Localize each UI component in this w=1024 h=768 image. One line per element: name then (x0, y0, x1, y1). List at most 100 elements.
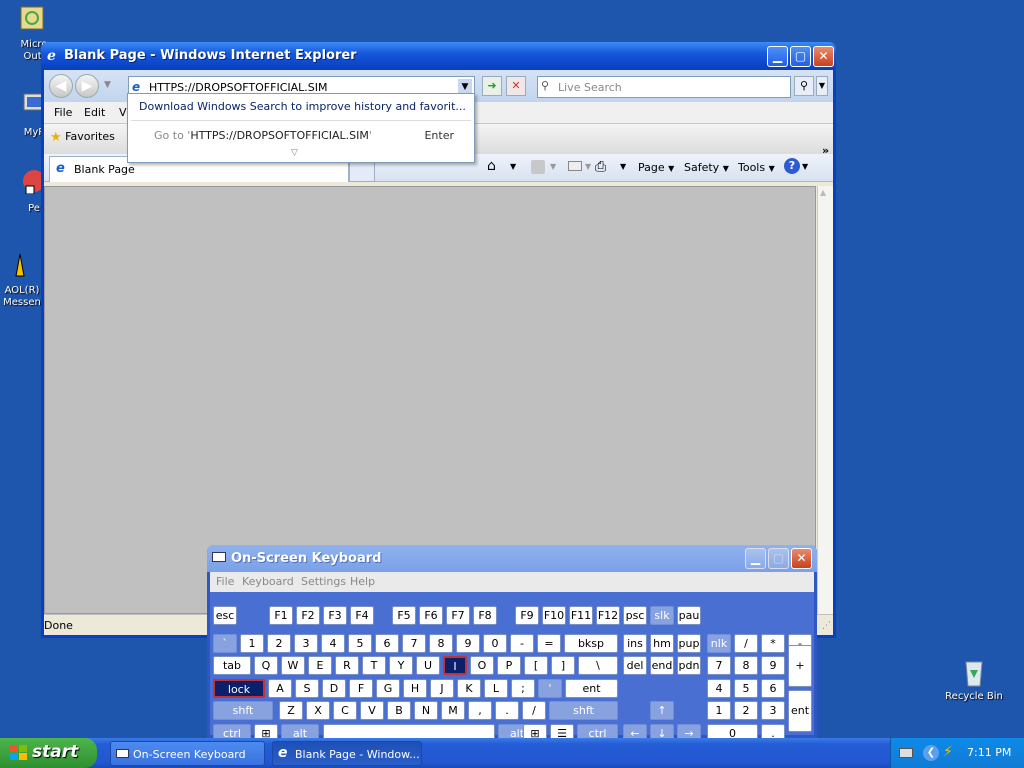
osk-key-j[interactable]: J (430, 679, 454, 698)
osk-key-u[interactable]: U (416, 656, 440, 675)
osk-key-sym[interactable]: . (495, 701, 519, 720)
osk-key-z[interactable]: Z (279, 701, 303, 720)
osk-key-1[interactable]: 1 (240, 634, 264, 653)
osk-key-7[interactable]: 7 (707, 656, 731, 675)
osk-key-pau[interactable]: pau (677, 606, 701, 625)
osk-key-c[interactable]: C (333, 701, 357, 720)
search-box[interactable]: ⚲ Live Search (537, 76, 791, 98)
mail-chevron-icon[interactable]: ▼ (585, 162, 591, 171)
page-menu[interactable]: Page ▼ (638, 161, 674, 174)
home-icon[interactable]: ⌂ (487, 158, 496, 174)
osk-key-sym[interactable]: , (468, 701, 492, 720)
osk-key-9[interactable]: 9 (761, 656, 785, 675)
osk-key-lock[interactable]: lock (213, 679, 265, 698)
print-chevron-icon[interactable]: ▼ (620, 162, 626, 171)
osk-key-sym[interactable]: [ (524, 656, 548, 675)
osk-key-sym[interactable]: = (537, 634, 561, 653)
osk-key-del[interactable]: del (623, 656, 647, 675)
osk-key-d[interactable]: D (322, 679, 346, 698)
osk-key-o[interactable]: O (470, 656, 494, 675)
osk-key-t[interactable]: T (362, 656, 386, 675)
help-chevron-icon[interactable]: ▼ (802, 162, 808, 171)
taskbar-button-ie[interactable]: e Blank Page - Window... (272, 741, 422, 766)
osk-key-sym[interactable]: * (761, 634, 785, 653)
osk-key-sym[interactable]: ] (551, 656, 575, 675)
osk-key-f7[interactable]: F7 (446, 606, 470, 625)
recycle-bin-desktop-icon[interactable]: Recycle Bin (944, 656, 1004, 702)
osk-key-f3[interactable]: F3 (323, 606, 347, 625)
taskbar-button-osk[interactable]: On-Screen Keyboard (110, 741, 265, 766)
osk-key-g[interactable]: G (376, 679, 400, 698)
feeds-icon[interactable] (531, 160, 545, 174)
osk-key-sym[interactable]: ← (623, 724, 647, 738)
osk-menu-file[interactable]: File (216, 575, 234, 588)
osk-key-f5[interactable]: F5 (392, 606, 416, 625)
windows-search-hint-link[interactable]: Download Windows Search to improve histo… (139, 100, 466, 113)
osk-key-shft[interactable]: shft (549, 701, 618, 720)
osk-key-sym[interactable]: \ (578, 656, 618, 675)
osk-key-p[interactable]: P (497, 656, 521, 675)
osk-key-bksp[interactable]: bksp (564, 634, 618, 653)
osk-key-5[interactable]: 5 (734, 679, 758, 698)
osk-key-2[interactable]: 2 (734, 701, 758, 720)
menu-edit[interactable]: Edit (84, 106, 105, 119)
osk-key-f12[interactable]: F12 (596, 606, 620, 625)
osk-key-1[interactable]: 1 (707, 701, 731, 720)
osk-key-s[interactable]: S (295, 679, 319, 698)
favorites-button[interactable]: ★ Favorites (50, 130, 115, 145)
maximize-button[interactable]: ▢ (790, 46, 811, 67)
osk-key-sym[interactable]: ; (511, 679, 535, 698)
osk-menu-keyboard[interactable]: Keyboard (242, 575, 294, 588)
safety-menu[interactable]: Safety ▼ (684, 161, 729, 174)
osk-key-8[interactable]: 8 (734, 656, 758, 675)
forward-button[interactable]: ▶ (75, 74, 99, 98)
help-icon[interactable]: ? (784, 158, 800, 174)
go-button[interactable]: ➜ (482, 76, 502, 96)
osk-key-f4[interactable]: F4 (350, 606, 374, 625)
tools-menu[interactable]: Tools ▼ (738, 161, 775, 174)
osk-key-esc[interactable]: esc (213, 606, 237, 625)
osk-key-f10[interactable]: F10 (542, 606, 566, 625)
stop-button[interactable]: ✕ (506, 76, 526, 96)
osk-key-x[interactable]: X (306, 701, 330, 720)
osk-key-2[interactable]: 2 (267, 634, 291, 653)
osk-key-e[interactable]: E (308, 656, 332, 675)
search-input[interactable]: Live Search (558, 81, 622, 94)
osk-key-a[interactable]: A (268, 679, 292, 698)
osk-titlebar[interactable]: On-Screen Keyboard ▁ ▢ ✕ (207, 545, 817, 572)
osk-key-space[interactable] (323, 724, 495, 738)
osk-key-ins[interactable]: ins (623, 634, 647, 653)
osk-key-nlk[interactable]: nlk (707, 634, 731, 653)
goto-suggestion[interactable]: Go to 'HTTPS://DROPSOFTOFFICIAL.SIM' (154, 129, 372, 142)
osk-key-sym[interactable]: ⊞ (523, 724, 547, 738)
start-button[interactable]: start (0, 738, 97, 768)
osk-key-ctrl[interactable]: ctrl (577, 724, 618, 738)
osk-close-button[interactable]: ✕ (791, 548, 812, 569)
osk-key-r[interactable]: R (335, 656, 359, 675)
vertical-scrollbar[interactable]: ▲ (817, 186, 833, 614)
osk-key-sym[interactable]: . (761, 724, 785, 738)
osk-key-i[interactable]: I (443, 656, 467, 675)
osk-key-sym[interactable]: → (677, 724, 701, 738)
home-chevron-icon[interactable]: ▼ (510, 162, 516, 171)
feeds-chevron-icon[interactable]: ▼ (550, 162, 556, 171)
osk-key-ent[interactable]: ent (788, 690, 812, 732)
osk-key-hm[interactable]: hm (650, 634, 674, 653)
osk-key-q[interactable]: Q (254, 656, 278, 675)
osk-key-m[interactable]: M (441, 701, 465, 720)
osk-key-sym[interactable]: ⊞ (254, 724, 278, 738)
osk-key-3[interactable]: 3 (294, 634, 318, 653)
osk-key-l[interactable]: L (484, 679, 508, 698)
osk-key-9[interactable]: 9 (456, 634, 480, 653)
osk-key-k[interactable]: K (457, 679, 481, 698)
scroll-up-icon[interactable]: ▲ (820, 188, 826, 197)
osk-key-f1[interactable]: F1 (269, 606, 293, 625)
osk-key-sym[interactable]: / (522, 701, 546, 720)
osk-key-8[interactable]: 8 (429, 634, 453, 653)
osk-key-sym[interactable]: ↑ (650, 701, 674, 720)
osk-key-0[interactable]: 0 (483, 634, 507, 653)
osk-key-sym[interactable]: - (510, 634, 534, 653)
keyboard-tray-icon[interactable] (899, 748, 913, 758)
osk-key-ctrl[interactable]: ctrl (213, 724, 251, 738)
osk-key-6[interactable]: 6 (375, 634, 399, 653)
